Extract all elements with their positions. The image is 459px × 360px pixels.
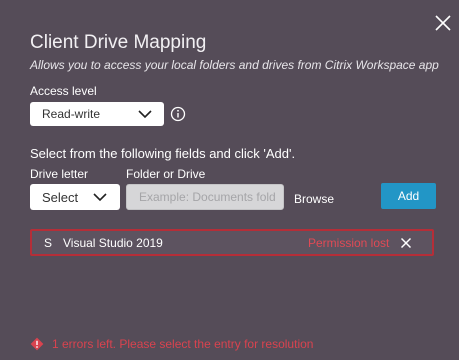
folder-label: Folder or Drive — [126, 167, 206, 181]
dialog-subtitle: Allows you to access your local folders … — [30, 58, 439, 72]
add-button[interactable]: Add — [381, 183, 436, 209]
warning-icon — [30, 337, 44, 351]
browse-button[interactable]: Browse — [294, 192, 334, 206]
instruction-text: Select from the following fields and cli… — [30, 146, 296, 161]
mapping-entry[interactable]: S Visual Studio 2019 Permission lost — [30, 229, 434, 256]
drive-letter-dropdown[interactable]: Select — [30, 184, 120, 210]
dialog-title: Client Drive Mapping — [30, 32, 207, 53]
remove-icon[interactable] — [400, 237, 412, 249]
drive-letter-label: Drive letter — [30, 167, 89, 181]
chevron-down-icon — [138, 110, 152, 119]
drive-letter-value: Select — [42, 190, 79, 205]
error-text: 1 errors left. Please select the entry f… — [52, 337, 314, 351]
folder-input[interactable] — [126, 184, 284, 210]
entry-path: Visual Studio 2019 — [63, 236, 163, 250]
entry-drive-letter: S — [44, 236, 53, 250]
close-icon[interactable] — [432, 12, 454, 34]
access-level-label: Access level — [30, 84, 97, 98]
access-level-value: Read-write — [42, 107, 101, 121]
entry-status: Permission lost — [308, 236, 390, 250]
access-level-dropdown[interactable]: Read-write — [30, 102, 164, 126]
info-icon[interactable] — [170, 106, 186, 122]
chevron-down-icon — [93, 193, 107, 202]
